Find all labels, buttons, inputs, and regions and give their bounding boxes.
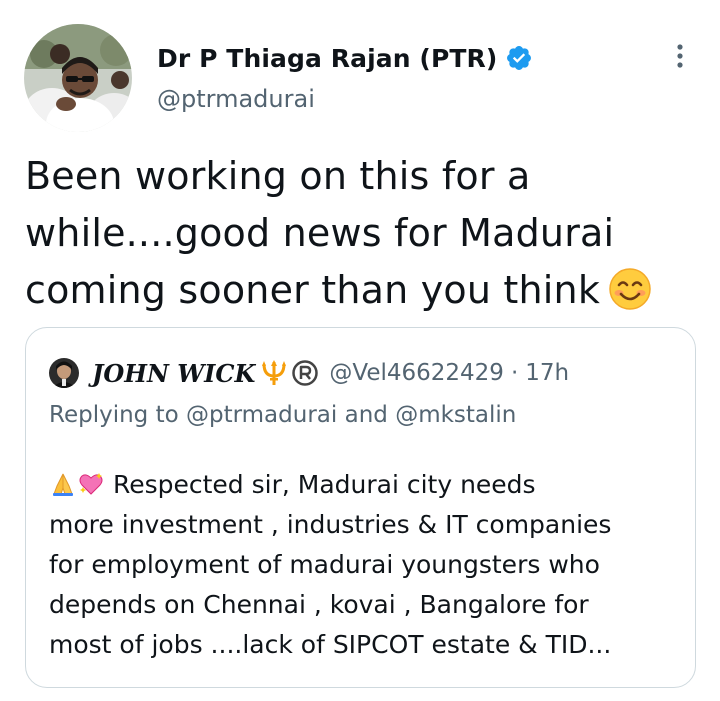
author-handle[interactable]: @ptrmadurai bbox=[157, 85, 315, 113]
quoted-body-line: depends on Chennai , kovai , Bangalore f… bbox=[49, 590, 589, 619]
trident-icon bbox=[262, 360, 287, 385]
quoted-tweet-time[interactable]: 17h bbox=[525, 360, 569, 386]
quoted-body-line: for employment of madurai youngsters who bbox=[49, 550, 600, 579]
author-name-row[interactable]: Dr P Thiaga Rajan (PTR) bbox=[157, 38, 533, 78]
avatar-photo bbox=[24, 24, 132, 132]
quoted-author-handle[interactable]: @Vel46622429 bbox=[329, 360, 504, 386]
quoted-tweet-header: JOHN WICK @Vel46622429 · 17h bbox=[92, 353, 569, 393]
quoted-author-name[interactable]: JOHN WICK bbox=[92, 359, 255, 388]
tweet-text-line: coming sooner than you think bbox=[25, 262, 705, 319]
replying-to-prefix: Replying to bbox=[49, 402, 179, 428]
quoted-body-line: more investment , industries & IT compan… bbox=[49, 510, 612, 539]
replying-to-and: and bbox=[344, 402, 388, 428]
replying-to-user[interactable]: @ptrmadurai bbox=[186, 402, 337, 428]
quoted-body-line: Respected sir, Madurai city needs bbox=[49, 465, 679, 505]
smiling-face-icon bbox=[608, 267, 652, 311]
tweet-text-line-content: coming sooner than you think bbox=[25, 268, 601, 312]
quoted-body-line-text: Respected sir, Madurai city needs bbox=[112, 470, 536, 499]
separator-dot: · bbox=[510, 360, 519, 386]
author-display-name[interactable]: Dr P Thiaga Rajan (PTR) bbox=[157, 44, 497, 73]
quoted-avatar-photo bbox=[49, 358, 79, 388]
quoted-body-line: most of jobs ....lack of SIPCOT estate &… bbox=[49, 630, 612, 659]
registered-icon bbox=[292, 360, 319, 386]
tweet-text-line: Been working on this for a bbox=[25, 154, 531, 198]
more-options-icon[interactable] bbox=[668, 42, 692, 70]
sparkling-heart-icon bbox=[77, 470, 105, 498]
quoted-tweet-card[interactable]: JOHN WICK @Vel46622429 · 17h Replying to… bbox=[25, 327, 696, 688]
quoted-author-avatar[interactable] bbox=[49, 358, 79, 388]
tweet-text: Been working on this for a while....good… bbox=[25, 148, 705, 319]
verified-badge-icon bbox=[505, 44, 533, 72]
replying-to-user[interactable]: @mkstalin bbox=[395, 402, 516, 428]
author-avatar[interactable] bbox=[24, 24, 132, 132]
replying-to: Replying to @ptrmadurai and @mkstalin bbox=[49, 402, 516, 428]
folded-hands-icon bbox=[49, 470, 77, 498]
tweet-text-line: while....good news for Madurai bbox=[25, 211, 615, 255]
quoted-tweet-body: Respected sir, Madurai city needs more i… bbox=[49, 465, 679, 665]
